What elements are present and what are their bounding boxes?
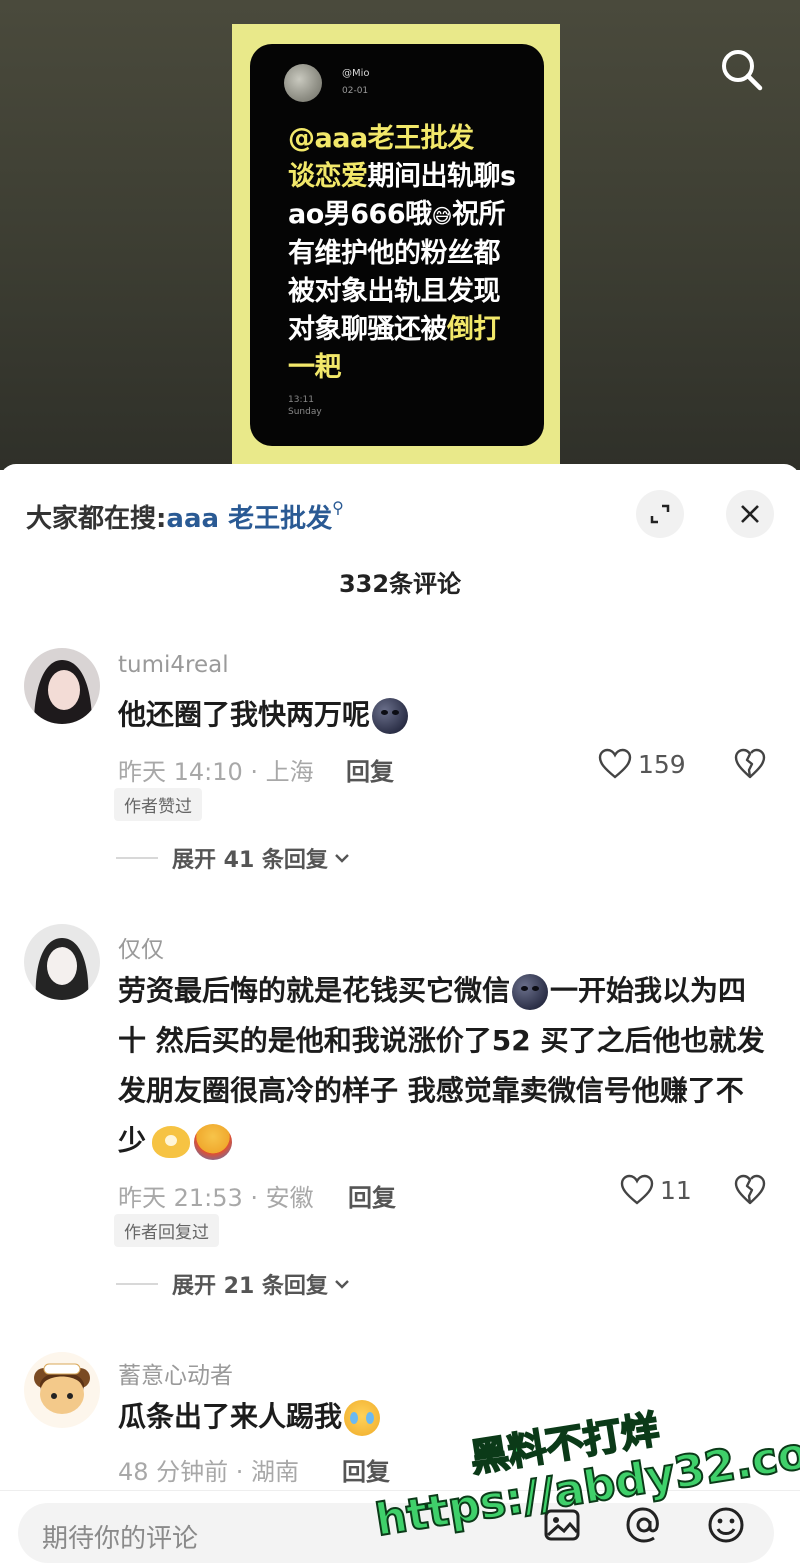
like-button[interactable]: 159: [598, 748, 686, 780]
card-user: @Mio: [342, 68, 370, 79]
expand-replies-button[interactable]: 展开 41 条回复: [116, 842, 352, 874]
avatar-image: [24, 1352, 100, 1428]
card-time-day: Sunday: [288, 407, 322, 417]
comment-time-location: 昨天 14:10 · 上海: [118, 758, 314, 786]
chevron-down-icon: [335, 1280, 349, 1289]
divider: [116, 1283, 158, 1285]
heart-icon: [620, 1174, 654, 1205]
mini-search-icon: ⚲: [332, 498, 344, 517]
card-text: @aaa老王批发 谈恋爱期间出轨聊sao男666哦😅祝所有维护他的粉丝都被对象出…: [288, 120, 520, 387]
card-text-part: 谈恋爱: [288, 161, 368, 192]
comment-count-title: 332条评论: [338, 570, 462, 598]
broken-heart-icon: [734, 748, 766, 779]
avatar-image: [24, 924, 100, 1000]
comment-username[interactable]: 仅仅: [118, 930, 164, 964]
smiley-icon: [708, 1507, 744, 1543]
like-count: 11: [660, 1175, 692, 1205]
moon-face-emoji: [512, 974, 549, 1010]
comment-time-location: 48 分钟前 · 湖南: [118, 1458, 300, 1486]
avatar[interactable]: [24, 648, 100, 724]
comment-text-part: 劳资最后悔的就是花钱买它微信: [118, 974, 511, 1007]
crying-face-emoji: [344, 1400, 381, 1436]
expand-icon: [650, 504, 670, 524]
card-date: 02-01: [342, 86, 369, 96]
reply-button[interactable]: 回复: [346, 752, 394, 787]
reply-button[interactable]: 回复: [342, 1452, 390, 1487]
comment-text: 劳资最后悔的就是花钱买它微信 一开始我以为四十 然后买的是他和我说涨价了52 买了…: [118, 966, 768, 1166]
dislike-button[interactable]: [734, 748, 766, 784]
card-text-mention: @aaa老王批发: [288, 123, 474, 154]
hot-search-label: 大家都在搜:: [26, 504, 167, 534]
moon-face-emoji: [372, 698, 409, 734]
emoji-button[interactable]: [706, 1505, 746, 1545]
comment-time-location: 昨天 21:53 · 安徽: [118, 1184, 314, 1212]
comment-username[interactable]: 蓄意心动者: [118, 1356, 233, 1390]
comment-item: tumi4real 他还圈了我快两万呢 昨天 14:10 · 上海 回复 159…: [0, 644, 800, 884]
hug-emoji: [194, 1124, 233, 1160]
avatar-image: [24, 648, 100, 724]
card-time-clock: 13:11: [288, 395, 314, 405]
comment-text-part: 瓜条出了来人踢我: [118, 1400, 343, 1433]
hot-search-keyword[interactable]: aaa 老王批发: [166, 504, 332, 534]
card-avatar: [284, 64, 322, 102]
comment-text: 瓜条出了来人踢我: [118, 1392, 768, 1442]
author-replied-badge: 作者回复过: [114, 1214, 219, 1247]
at-icon: [626, 1507, 659, 1543]
comment-username[interactable]: tumi4real: [118, 652, 229, 678]
divider: [116, 857, 158, 859]
comment-sheet: 大家都在搜:aaa 老王批发⚲ 332条评论 tumi4real 他还圈了我快两…: [0, 464, 800, 1566]
comment-text-part: 他还圈了我快两万呢: [118, 698, 371, 731]
reply-button[interactable]: 回复: [348, 1178, 396, 1213]
close-button[interactable]: [726, 490, 774, 538]
card-time: 13:11 Sunday: [288, 394, 322, 418]
heart-icon: [598, 748, 632, 779]
comment-item: 仅仅 劳资最后悔的就是花钱买它微信 一开始我以为四十 然后买的是他和我说涨价了52…: [0, 922, 800, 1302]
expand-button[interactable]: [636, 490, 684, 538]
screenshot-card: @Mio 02-01 @aaa老王批发 谈恋爱期间出轨聊sao男666哦😅祝所有…: [250, 44, 544, 446]
like-count: 159: [638, 749, 686, 779]
search-icon: [722, 50, 763, 91]
like-button[interactable]: 11: [620, 1174, 692, 1206]
avatar[interactable]: [24, 1352, 100, 1428]
mention-button[interactable]: [624, 1505, 664, 1545]
author-liked-badge: 作者赞过: [114, 788, 202, 821]
hot-search[interactable]: 大家都在搜:aaa 老王批发⚲: [26, 498, 344, 535]
chevron-down-icon: [335, 854, 349, 863]
avatar[interactable]: [24, 924, 100, 1000]
search-button[interactable]: [716, 44, 768, 96]
dislike-button[interactable]: [734, 1174, 766, 1210]
card-emoji: 😅: [431, 204, 453, 228]
expand-replies-button[interactable]: 展开 21 条回复: [116, 1268, 352, 1300]
comment-text: 他还圈了我快两万呢: [118, 690, 768, 740]
expand-replies-label: 展开 21 条回复: [172, 1274, 328, 1299]
close-icon: [741, 505, 759, 523]
expand-replies-label: 展开 41 条回复: [172, 848, 328, 873]
comment-input-placeholder: 期待你的评论: [42, 1524, 199, 1554]
heart-hands-emoji: [152, 1126, 191, 1158]
broken-heart-icon: [734, 1174, 766, 1205]
